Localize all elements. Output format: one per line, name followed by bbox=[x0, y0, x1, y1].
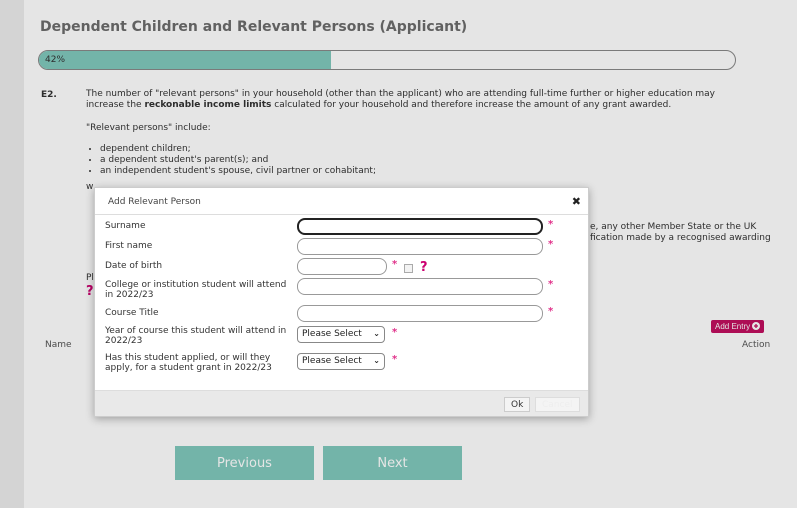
course-title-label: Course Title bbox=[105, 308, 159, 318]
applied-grant-select[interactable]: Please Select ⌄ bbox=[297, 353, 385, 370]
dialog-footer: Ok Cancel bbox=[95, 390, 588, 416]
applied-grant-label: Has this student applied, or will they a… bbox=[105, 353, 272, 373]
chevron-down-icon: ⌄ bbox=[373, 356, 380, 365]
ok-button[interactable]: Ok bbox=[504, 397, 531, 412]
close-icon[interactable]: ✖ bbox=[572, 195, 581, 208]
required-marker: * bbox=[548, 306, 554, 317]
calendar-icon[interactable] bbox=[404, 264, 413, 273]
required-marker: * bbox=[392, 354, 398, 365]
surname-label: Surname bbox=[105, 221, 146, 231]
year-of-course-select[interactable]: Please Select ⌄ bbox=[297, 326, 385, 343]
dialog-header: Add Relevant Person ✖ bbox=[95, 188, 588, 215]
cancel-button[interactable]: Cancel bbox=[535, 397, 580, 412]
select-value: Please Select bbox=[302, 329, 362, 339]
dob-input[interactable] bbox=[297, 258, 387, 275]
first-name-input[interactable] bbox=[297, 238, 543, 255]
required-marker: * bbox=[392, 327, 398, 338]
help-icon[interactable]: ? bbox=[420, 260, 428, 275]
add-relevant-person-dialog: Add Relevant Person ✖ Surname * First na… bbox=[94, 187, 589, 417]
year-of-course-label: Year of course this student will attend … bbox=[105, 326, 287, 346]
surname-input[interactable] bbox=[297, 218, 543, 235]
college-input[interactable] bbox=[297, 278, 543, 295]
required-marker: * bbox=[548, 219, 554, 230]
dialog-title: Add Relevant Person bbox=[108, 197, 201, 207]
course-title-input[interactable] bbox=[297, 305, 543, 322]
college-label: College or institution student will atte… bbox=[105, 280, 287, 300]
chevron-down-icon: ⌄ bbox=[373, 329, 380, 338]
required-marker: * bbox=[548, 239, 554, 250]
required-marker: * bbox=[548, 279, 554, 290]
required-marker: * bbox=[392, 259, 398, 270]
dob-label: Date of birth bbox=[105, 261, 163, 271]
select-value: Please Select bbox=[302, 356, 362, 366]
first-name-label: First name bbox=[105, 241, 153, 251]
